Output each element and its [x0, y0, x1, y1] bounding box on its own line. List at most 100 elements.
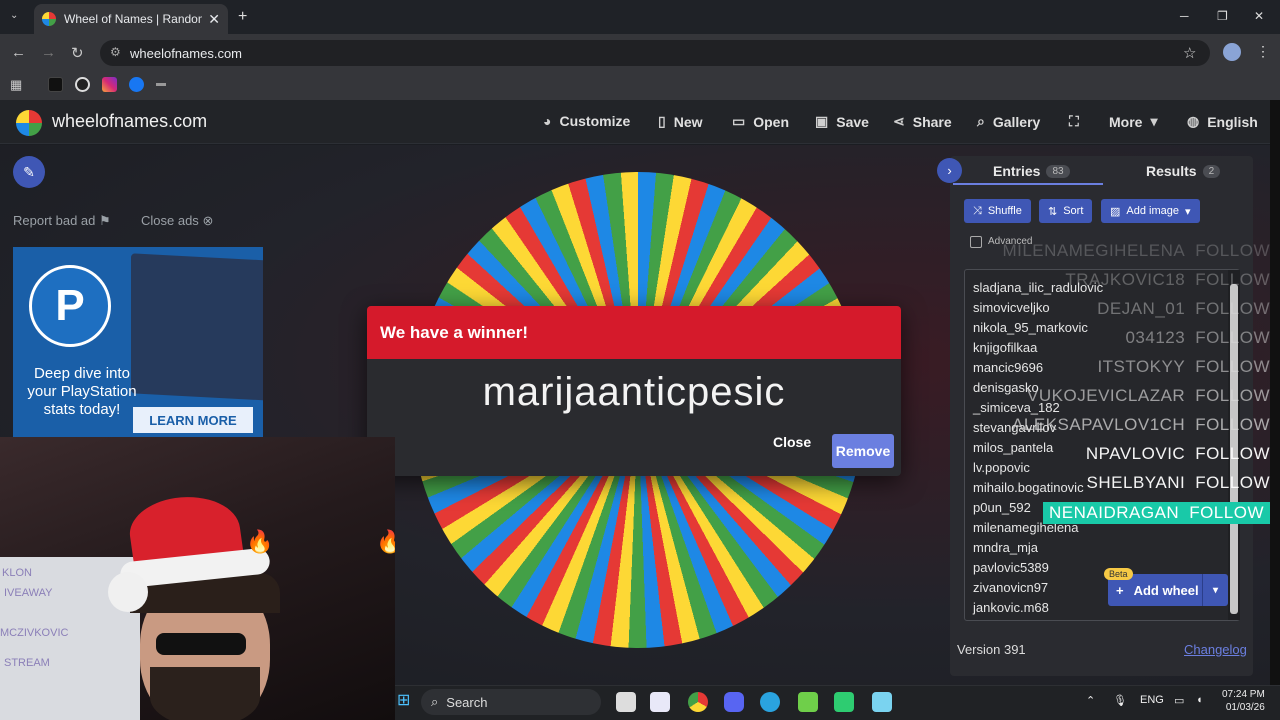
playstation-ad[interactable]: P Deep dive into your PlayStation stats …	[13, 247, 263, 437]
palette-icon: ◕	[543, 113, 552, 129]
streaming-app-icon[interactable]	[834, 692, 854, 712]
nav-more[interactable]: More ▾	[1109, 113, 1157, 130]
close-button[interactable]: Close	[773, 434, 811, 450]
site-name[interactable]: wheelofnames.com	[52, 111, 207, 132]
webcam-overlay: KLON IVEAWAY MCZIVKOVIC STREAM 🔥 🔥	[0, 437, 395, 720]
collapse-panel-button[interactable]: ›	[937, 158, 962, 183]
follower-name: NENAIDRAGAN	[1049, 503, 1180, 522]
entry-row[interactable]: lv.popovic	[965, 458, 1103, 478]
back-icon[interactable]: ←	[11, 44, 26, 61]
ad-learn-more-button[interactable]: LEARN MORE	[133, 407, 253, 433]
add-wheel-dropdown[interactable]: ▾	[1202, 574, 1228, 606]
instagram-icon[interactable]	[102, 77, 117, 92]
tray-chevron-icon[interactable]: ⌃	[1086, 694, 1095, 707]
entry-row[interactable]: knjigofilkaa	[965, 338, 1103, 358]
entry-row[interactable]: pavlovic5389	[965, 558, 1103, 578]
microphone-icon[interactable]: 🎙	[1113, 694, 1127, 707]
entry-row[interactable]: jankovic.m68	[965, 598, 1103, 618]
wheel-logo-icon[interactable]	[16, 110, 42, 136]
nav-gallery[interactable]: ⌕ Gallery	[977, 113, 1040, 130]
follow-label: FOLLOW	[1195, 415, 1270, 434]
clock[interactable]: 07:24 PM 01/03/26	[1222, 688, 1265, 714]
nav-open[interactable]: ▭ Open	[732, 113, 789, 130]
window-close-button[interactable]: ✕	[1254, 9, 1264, 23]
dialog-title: We have a winner!	[367, 306, 901, 359]
flame-icon: 🔥	[376, 529, 395, 554]
nav-save[interactable]: ▣ Save	[815, 113, 869, 130]
remove-button[interactable]: Remove	[832, 434, 894, 468]
follow-alert: ITSTOKYY FOLLOW	[1097, 357, 1270, 377]
entry-row[interactable]: mihailo.bogatinovic	[965, 478, 1103, 498]
threads-icon[interactable]	[75, 77, 90, 92]
taskbar-search[interactable]: ⌕ Search	[421, 689, 601, 715]
follow-label: FOLLOW	[1195, 386, 1270, 405]
entry-row[interactable]: mancic9696	[965, 358, 1103, 378]
discord-icon[interactable]	[724, 692, 744, 712]
edit-pencil-button[interactable]: ✎	[13, 156, 45, 188]
changelog-link[interactable]: Changelog	[1184, 642, 1247, 657]
close-ads-link[interactable]: Close ads ⊗	[141, 213, 213, 229]
active-tab-indicator	[953, 183, 1103, 185]
menu-dots-icon[interactable]: ⋮	[1256, 43, 1270, 60]
task-view-icon[interactable]	[616, 692, 636, 712]
follow-alert: MILENAMEGIHELENA FOLLOW	[1002, 241, 1270, 261]
follow-label: FOLLOW	[1195, 299, 1270, 318]
nav-share[interactable]: ⋖ Share	[893, 113, 952, 130]
tab-results[interactable]: Results 2	[1146, 163, 1221, 179]
entry-row[interactable]: milos_pantela	[965, 438, 1103, 458]
snipping-tool-icon[interactable]	[650, 692, 670, 712]
image-icon: ▨	[1110, 205, 1121, 218]
fullscreen-icon: ⛶	[1069, 113, 1079, 129]
notepad-icon[interactable]	[872, 692, 892, 712]
windows-start-icon[interactable]: ⊞	[397, 690, 410, 710]
pencil-icon: ✎	[23, 163, 35, 180]
tab-search-icon[interactable]: ⌄	[10, 10, 18, 21]
nav-customize[interactable]: ◕ Customize	[543, 113, 630, 129]
bookmark-extra-icon[interactable]: ▬	[156, 78, 166, 89]
entry-row[interactable]: nikola_95_markovic	[965, 318, 1103, 338]
search-icon: ⌕	[977, 113, 985, 129]
apps-grid-icon[interactable]: ▦	[10, 77, 22, 93]
follower-name: TRAJKOVIC18	[1065, 270, 1186, 289]
volume-icon[interactable]: ◖	[1196, 694, 1203, 706]
nav-language[interactable]: ◍ English	[1187, 113, 1258, 130]
follow-alert: NENAIDRAGAN FOLLOW	[1043, 502, 1270, 524]
new-tab-button[interactable]: +	[238, 8, 247, 26]
telegram-icon[interactable]	[760, 692, 780, 712]
flame-icon: 🔥	[246, 529, 274, 554]
tab-entries[interactable]: Entries 83	[993, 163, 1070, 179]
save-icon: ▣	[815, 113, 829, 129]
minimize-button[interactable]: ─	[1180, 9, 1189, 23]
maximize-button[interactable]: ❐	[1217, 9, 1228, 23]
tiktok-icon[interactable]	[48, 77, 63, 92]
entry-row[interactable]: simovicveljko	[965, 298, 1103, 318]
site-info-icon[interactable]: ⚙	[110, 45, 121, 59]
streamer-beard	[150, 667, 260, 720]
forward-icon[interactable]: →	[41, 44, 56, 61]
nav-fullscreen[interactable]: ⛶	[1069, 113, 1079, 130]
sunglasses	[156, 633, 246, 655]
shuffle-button[interactable]: ⤨ Shuffle	[964, 199, 1031, 223]
chrome-icon[interactable]	[688, 692, 708, 712]
app-icon[interactable]	[798, 692, 818, 712]
chevron-right-icon: ›	[947, 163, 952, 178]
entry-row[interactable]: zivanovicn97	[965, 578, 1103, 598]
browser-tab[interactable]: Wheel of Names | Random nam ✕	[34, 4, 228, 34]
network-icon[interactable]: ▭	[1174, 694, 1184, 707]
sort-button[interactable]: ⇅ Sort	[1039, 199, 1093, 223]
reload-icon[interactable]: ↻	[71, 44, 84, 62]
follow-alert: SHELBYANI FOLLOW	[1087, 473, 1270, 493]
bookmark-star-icon[interactable]: ☆	[1183, 44, 1196, 62]
url-input[interactable]: ⚙ wheelofnames.com	[100, 40, 1210, 66]
report-ad-link[interactable]: Report bad ad ⚑	[13, 213, 111, 229]
add-image-button[interactable]: ▨ Add image ▾	[1101, 199, 1200, 223]
facebook-icon[interactable]	[129, 77, 144, 92]
language-indicator[interactable]: ENG	[1140, 694, 1164, 706]
entry-row[interactable]: mndra_mja	[965, 538, 1103, 558]
nav-new[interactable]: ▯ New	[658, 113, 703, 130]
tab-close-icon[interactable]: ✕	[208, 11, 220, 28]
advanced-checkbox[interactable]	[970, 236, 982, 248]
chevron-down-icon: ▾	[1150, 113, 1158, 129]
page-scrollbar[interactable]	[1270, 100, 1280, 685]
profile-avatar[interactable]	[1223, 43, 1241, 61]
